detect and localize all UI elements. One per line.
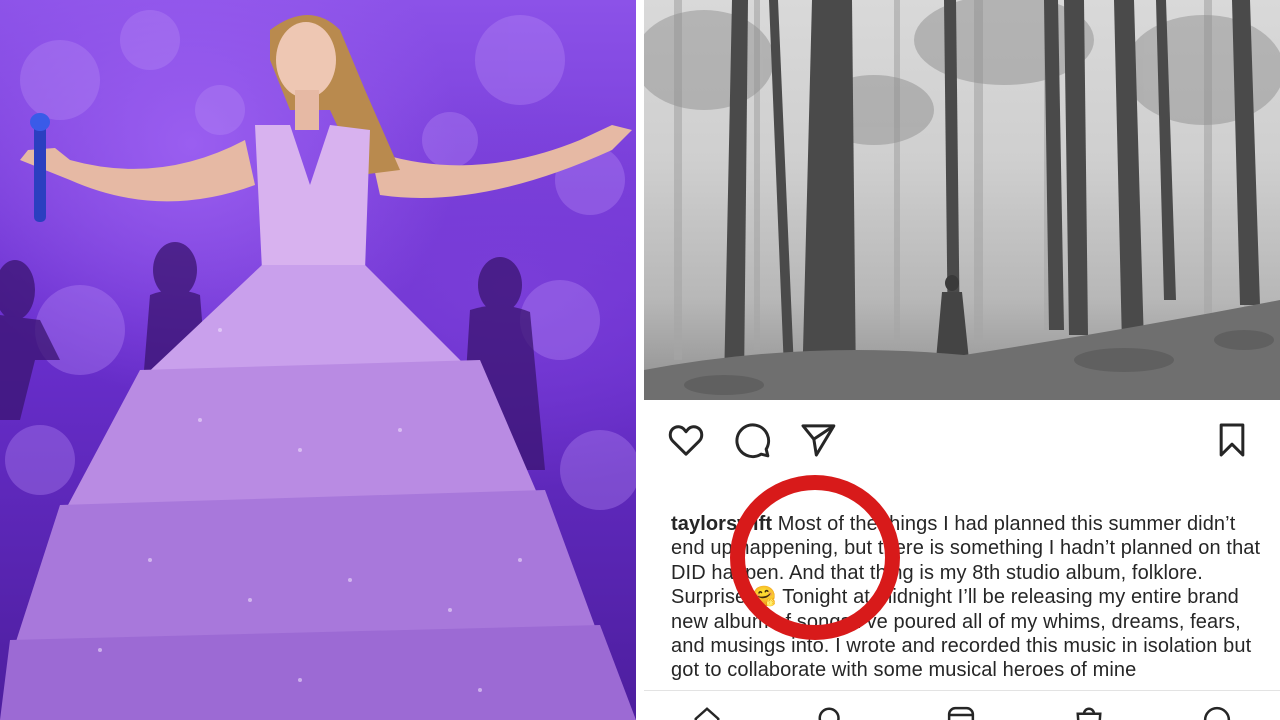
paper-plane-icon[interactable] — [798, 420, 838, 460]
concert-illustration — [0, 10, 636, 720]
instagram-post: taylorswift Most of the things I had pla… — [644, 0, 1280, 720]
divider — [636, 0, 644, 720]
reels-icon[interactable] — [946, 705, 976, 720]
search-icon[interactable] — [816, 705, 846, 720]
post-image[interactable] — [644, 0, 1280, 400]
heart-icon[interactable] — [666, 420, 706, 460]
comment-icon[interactable] — [732, 420, 772, 460]
forest-illustration — [644, 0, 1280, 400]
highlight-circle — [730, 475, 900, 640]
home-icon[interactable] — [692, 705, 722, 720]
shop-icon[interactable] — [1074, 705, 1104, 720]
post-action-bar — [644, 414, 1280, 464]
bookmark-icon[interactable] — [1212, 420, 1252, 460]
bottom-navigation — [644, 690, 1280, 720]
concert-photo — [0, 0, 636, 720]
profile-icon[interactable] — [1202, 705, 1232, 720]
